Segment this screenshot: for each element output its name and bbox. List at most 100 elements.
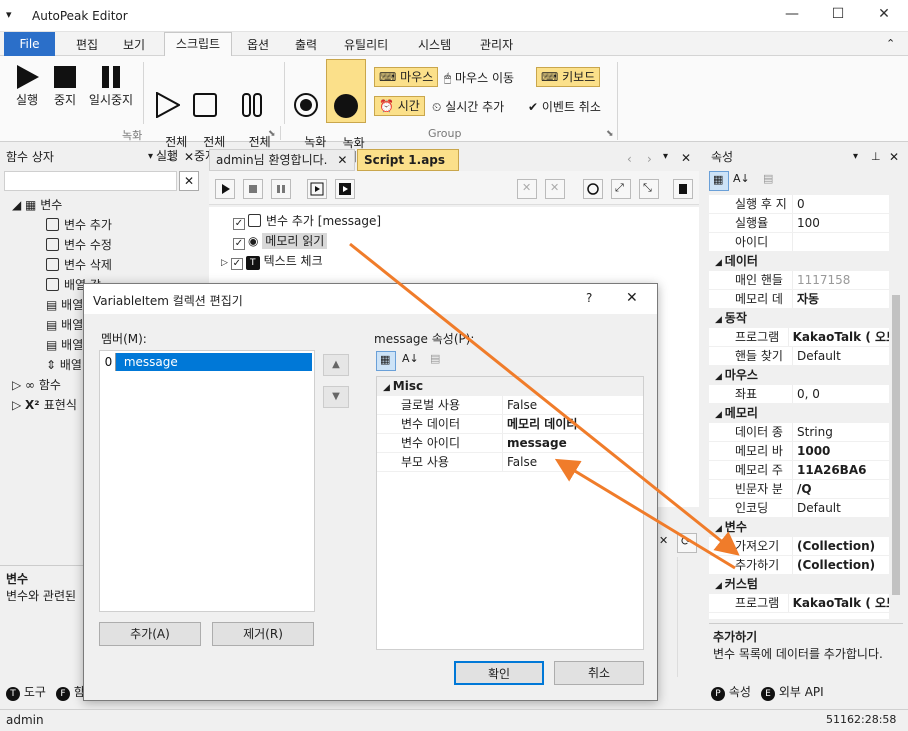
toolbar-run-to-button[interactable] xyxy=(335,179,355,199)
scroll-right-icon[interactable]: › xyxy=(647,152,652,166)
prop-row[interactable]: 메모리 바 1000 xyxy=(709,442,889,461)
event-cancel-item[interactable]: ✔ 이벤트 취소 xyxy=(528,98,601,115)
panel-close-icon[interactable]: ✕ xyxy=(889,147,899,167)
prop-value[interactable]: 0 xyxy=(793,195,805,213)
pause-button[interactable]: 일시중지 xyxy=(86,64,136,107)
dialog-categorized-button[interactable]: ▦ xyxy=(376,351,396,371)
mouse-chip[interactable]: ⌨ 마우스 xyxy=(374,67,439,87)
prop-value[interactable]: String xyxy=(793,423,833,441)
tab-list-icon[interactable]: ▾ xyxy=(663,151,668,162)
checkbox[interactable]: ✓ xyxy=(233,238,245,250)
prop-value[interactable]: False xyxy=(503,453,537,471)
toolbar-stop-button[interactable] xyxy=(243,179,263,199)
prop-value[interactable]: Default xyxy=(793,499,841,517)
script-row[interactable]: ✓ 변수 추가 [message] xyxy=(233,211,381,231)
menu-output[interactable]: 출력 xyxy=(295,36,317,53)
prop-row[interactable]: 추가하기 (Collection) xyxy=(709,556,889,575)
categorized-view-button[interactable]: ▦ xyxy=(709,171,729,191)
prop-category[interactable]: ◢ 마우스 xyxy=(709,366,889,385)
add-member-button[interactable]: 추가(A) xyxy=(99,622,201,646)
prop-value[interactable]: False xyxy=(503,396,537,414)
dialog-pages-button[interactable]: ▤ xyxy=(430,351,450,371)
prop-row[interactable]: 실행 후 지0 xyxy=(709,195,889,214)
cancel-button[interactable]: 취소 xyxy=(554,661,644,685)
menu-view[interactable]: 보기 xyxy=(123,36,145,53)
pin-icon[interactable]: ⊥ xyxy=(871,147,881,167)
prop-row[interactable]: 프로그램 KakaoTalk ( 오토 xyxy=(709,328,889,347)
run-button[interactable]: 실행 xyxy=(8,64,46,107)
prop-value[interactable]: 0, 0 xyxy=(793,385,820,403)
prop-value[interactable]: message xyxy=(503,434,567,452)
prop-row[interactable]: 프로그램 KakaoTalk ( 오토 xyxy=(709,594,889,613)
prop-row[interactable]: 가져오기 (Collection) xyxy=(709,537,889,556)
prop-category[interactable]: ◢ 커스텀 xyxy=(709,575,889,594)
toolbar-step-button[interactable] xyxy=(307,179,327,199)
output-refresh-button[interactable]: ⟳ xyxy=(677,533,697,553)
prop-value[interactable]: 1117158 xyxy=(793,271,850,289)
toolbar-expand-button[interactable]: ⤢ xyxy=(611,179,631,199)
prop-row[interactable]: 데이터 종 String xyxy=(709,423,889,442)
mouse-move-item[interactable]: 🖱 마우스 이동 xyxy=(444,69,514,86)
menu-script[interactable]: 스크립트 xyxy=(164,32,232,57)
tree-item-variable[interactable]: ◢ ▦ 변수 xyxy=(0,195,203,215)
dialog-prop-row[interactable]: 변수 데이터 메모리 데이터 xyxy=(377,415,643,434)
toolbar-pause-button[interactable] xyxy=(271,179,291,199)
ok-button[interactable]: 확인 xyxy=(454,661,544,685)
prop-row[interactable]: 인코딩 Default xyxy=(709,499,889,518)
menu-options[interactable]: 옵션 xyxy=(247,36,269,53)
scroll-left-icon[interactable]: ‹ xyxy=(627,152,632,166)
prop-value[interactable]: (Collection) xyxy=(793,537,875,555)
prop-value[interactable]: (Collection) xyxy=(793,556,875,574)
prop-row[interactable]: 핸들 찾기 Default xyxy=(709,347,889,366)
prop-value[interactable]: 11A26BA6 xyxy=(793,461,866,479)
toolbar-trash-button[interactable] xyxy=(673,179,693,199)
prop-row[interactable]: 메모리 데 자동 xyxy=(709,290,889,309)
prop-row[interactable]: 매인 핸들 1117158 xyxy=(709,271,889,290)
function-search-input[interactable] xyxy=(4,171,177,191)
help-button[interactable]: ? xyxy=(586,291,592,305)
dialog-close-button[interactable]: ✕ xyxy=(626,290,638,306)
toolbar-collapse-button[interactable]: ⤡ xyxy=(639,179,659,199)
dialog-prop-row[interactable]: 변수 아이디 message xyxy=(377,434,643,453)
maximize-button[interactable]: ☐ xyxy=(826,6,850,26)
prop-value[interactable]: 메모리 데이터 xyxy=(503,415,577,433)
prop-value[interactable]: 100 xyxy=(793,214,820,232)
menu-edit[interactable]: 편집 xyxy=(76,36,98,53)
prop-value[interactable]: /Q xyxy=(793,480,812,498)
checkbox[interactable]: ✓ xyxy=(230,258,243,270)
menu-utility[interactable]: 유틸리티 xyxy=(344,36,388,53)
prop-category[interactable]: ◢ 동작 xyxy=(709,309,889,328)
system-menu-icon[interactable]: ▾ xyxy=(6,8,12,21)
toolbar-play-button[interactable] xyxy=(215,179,235,199)
prop-value[interactable]: 1000 xyxy=(793,442,830,460)
tree-item-var-add[interactable]: 변수 추가 xyxy=(0,215,203,235)
panel-menu-icon[interactable]: ▾ xyxy=(148,147,153,167)
menu-admin[interactable]: 관리자 xyxy=(480,36,513,53)
pin-icon[interactable]: ⊥ xyxy=(166,147,176,167)
prop-row[interactable]: 빈문자 분/Q xyxy=(709,480,889,499)
tab-script[interactable]: Script 1.aps ✕ xyxy=(357,149,459,187)
toolbar-refresh-button[interactable] xyxy=(583,179,603,199)
tab-properties[interactable]: P 속성 xyxy=(711,683,751,701)
tree-item-var-edit[interactable]: 변수 수정 xyxy=(0,235,203,255)
script-row-selected[interactable]: ✓ ◉ 메모리 읽기 xyxy=(233,231,328,251)
stop-button[interactable]: 중지 xyxy=(48,64,82,107)
tab-external-api[interactable]: E 외부 API xyxy=(761,683,824,701)
property-scrollbar[interactable] xyxy=(889,195,903,619)
members-list[interactable]: 0 message xyxy=(99,350,315,612)
prop-value[interactable]: Default xyxy=(793,347,841,365)
dialog-launcher-icon[interactable]: ⬊ xyxy=(606,129,614,139)
tab-tools[interactable]: T 도구 xyxy=(6,683,46,701)
prop-category[interactable]: ◢ 메모리 xyxy=(709,404,889,423)
prop-value[interactable] xyxy=(793,233,797,251)
prop-value[interactable]: KakaoTalk ( 오토 xyxy=(789,328,889,346)
tab-function[interactable]: F 함 xyxy=(56,683,85,701)
dialog-launcher-icon[interactable]: ⬊ xyxy=(268,129,276,139)
property-pages-button[interactable]: ▤ xyxy=(763,171,783,191)
record-stop-button[interactable]: 녹화 중지 xyxy=(326,59,366,164)
dialog-prop-row[interactable]: 부모 사용 False xyxy=(377,453,643,472)
remove-member-button[interactable]: 제거(R) xyxy=(212,622,314,646)
prop-category[interactable]: ◢ 데이터 xyxy=(709,252,889,271)
tab-close-icon[interactable]: ✕ xyxy=(337,153,347,167)
toolbar-delete-button[interactable]: ✕ xyxy=(517,179,537,199)
